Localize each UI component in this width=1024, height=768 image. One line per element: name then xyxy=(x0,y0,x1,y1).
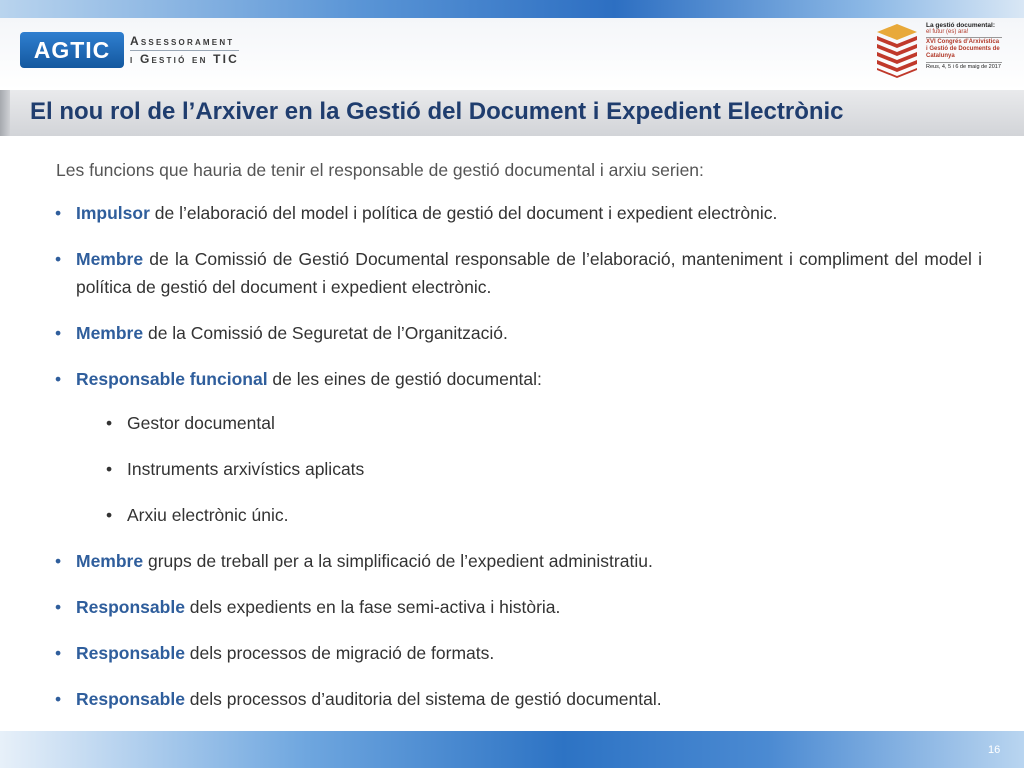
bullet-text: dels expedients en la fase semi-activa i… xyxy=(184,597,561,617)
bullet-text: de la Comissió de Seguretat de l’Organit… xyxy=(143,323,508,343)
list-item: Responsable dels processos de migració d… xyxy=(54,639,982,667)
bullet-keyword: Membre xyxy=(76,323,144,343)
congress-date: Reus, 4, 5 i 6 de maig de 2017 xyxy=(926,62,1002,70)
top-decorative-band xyxy=(0,0,1024,18)
agtic-tagline-line2: i Gestió en TIC xyxy=(130,51,240,66)
slide-content: Les funcions que hauria de tenir el resp… xyxy=(54,156,982,731)
bullet-keyword: Responsable xyxy=(76,597,185,617)
congress-logo: La gestió documental: el futur (es) ara!… xyxy=(874,22,1002,82)
page-number: 16 xyxy=(988,744,1001,756)
congress-text: La gestió documental: el futur (es) ara!… xyxy=(926,22,1002,71)
bullet-list: Impulsor de l’elaboració del model i pol… xyxy=(54,199,982,713)
congress-name: XVI Congrés d’Arxivística i Gestió de Do… xyxy=(926,39,1000,59)
list-item: Membre grups de treball per a la simplif… xyxy=(54,547,982,575)
list-item: Membre de la Comissió de Gestió Document… xyxy=(54,245,982,301)
stacked-layers-icon xyxy=(877,24,917,78)
congress-subtitle: el futur (es) ara! xyxy=(926,29,1002,38)
sub-list-item: Gestor documental xyxy=(106,409,982,437)
slide-title: El nou rol de l’Arxiver en la Gestió del… xyxy=(30,98,844,125)
sub-list-item: Arxiu electrònic únic. xyxy=(106,501,982,529)
list-item: Responsable funcional de les eines de ge… xyxy=(54,365,982,529)
agtic-tagline-line1: Assessorament xyxy=(130,34,240,51)
bullet-keyword: Responsable funcional xyxy=(76,369,268,389)
congress-title: La gestió documental: xyxy=(926,22,995,29)
agtic-tagline: Assessorament i Gestió en TIC xyxy=(130,34,240,67)
bullet-keyword: Membre xyxy=(76,249,144,269)
bullet-text: dels processos d’auditoria del sistema d… xyxy=(184,689,662,709)
bullet-keyword: Responsable xyxy=(76,689,185,709)
bullet-keyword: Membre xyxy=(76,551,144,571)
bullet-text: de les eines de gestió documental: xyxy=(267,369,542,389)
bullet-text: grups de treball per a la simplificació … xyxy=(143,551,653,571)
agtic-logo-box: AGTIC xyxy=(20,32,124,68)
sub-list-item: Instruments arxivístics aplicats xyxy=(106,455,982,483)
bullet-text: de l’elaboració del model i política de … xyxy=(149,203,778,223)
bullet-text: dels processos de migració de formats. xyxy=(184,643,495,663)
list-item: Responsable dels processos d’auditoria d… xyxy=(54,685,982,713)
list-item: Impulsor de l’elaboració del model i pol… xyxy=(54,199,982,227)
agtic-logo: AGTIC Assessorament i Gestió en TIC xyxy=(20,31,240,69)
bottom-decorative-band xyxy=(0,731,1024,768)
sub-bullet-list: Gestor documental Instruments arxivístic… xyxy=(106,409,982,529)
title-accent xyxy=(0,90,10,136)
list-item: Responsable dels expedients en la fase s… xyxy=(54,593,982,621)
intro-text: Les funcions que hauria de tenir el resp… xyxy=(56,160,704,180)
bullet-text: de la Comissió de Gestió Documental resp… xyxy=(76,249,982,297)
bullet-keyword: Responsable xyxy=(76,643,185,663)
list-item: Membre de la Comissió de Seguretat de l’… xyxy=(54,319,982,347)
bullet-keyword: Impulsor xyxy=(76,203,150,223)
